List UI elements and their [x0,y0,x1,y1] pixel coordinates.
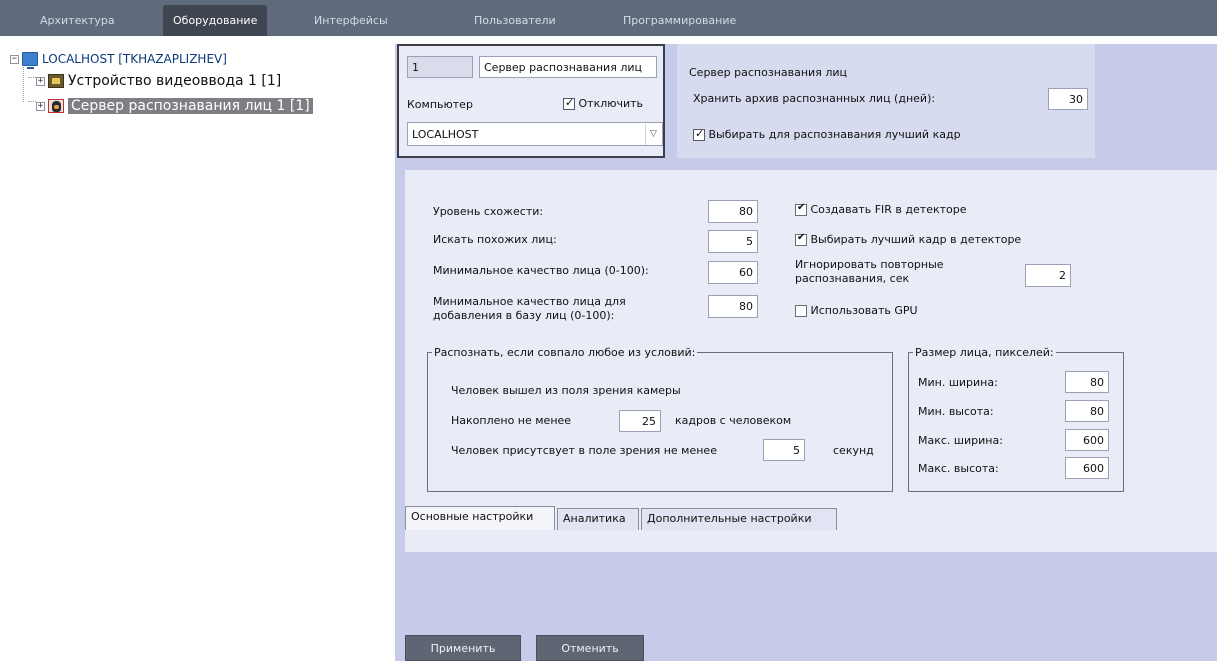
max-width-label: Макс. ширина: [918,434,1003,447]
tree-item-root[interactable]: − LOCALHOST [TKHAZAPLIZHEV] [10,48,227,70]
disable-checkbox-box[interactable] [563,96,575,110]
best-frame-detector-checkbox-label: Выбирать лучший кадр в детекторе [810,233,1022,246]
tab-additional-settings[interactable]: Дополнительные настройки [641,508,837,530]
best-frame-detector-checkbox[interactable]: Выбирать лучший кадр в детекторе [795,232,1022,246]
conditions-legend: Распознать, если совпало любое из услови… [434,346,696,359]
min-height-label: Мин. высота: [918,405,994,418]
tree-item-face-server[interactable]: + Сервер распознавания лиц 1 [1] [36,95,313,117]
min-width-label: Мин. ширина: [918,376,998,389]
present-seconds-field[interactable]: 5 [763,439,805,461]
min-quality-db-label-1: Минимальное качество лица для [433,295,626,308]
present-label: Человек присутсвует в поле зрения не мен… [451,444,717,457]
expand-icon[interactable]: + [36,76,45,86]
tree-connector [28,77,36,78]
computer-label: Компьютер [407,98,473,111]
tab-equipment[interactable]: Оборудование [163,5,268,36]
main-settings-box: Уровень схожести: 80 Искать похожих лиц:… [405,170,1217,552]
tree-item-label: Сервер распознавания лиц 1 [1] [68,98,313,114]
similarity-label: Уровень схожести: [433,205,544,218]
max-height-label: Макс. высота: [918,462,999,475]
best-frame-detector-checkbox-box[interactable] [795,232,807,246]
left-view-label: Человек вышел из поля зрения камеры [451,384,681,397]
min-quality-label: Минимальное качество лица (0-100): [433,264,649,277]
max-height-field[interactable]: 600 [1065,457,1109,479]
computer-select[interactable]: LOCALHOST ▽ [407,122,663,146]
object-name-field[interactable]: Сервер распознавания лиц [479,56,657,78]
min-width-field[interactable]: 80 [1065,371,1109,393]
archive-days-field[interactable]: 30 [1048,88,1088,110]
accumulated-suffix: кадров с человеком [675,414,792,427]
apply-button[interactable]: Применить [405,635,521,661]
search-similar-label: Искать похожих лиц: [433,233,557,246]
ignore-repeat-field[interactable]: 2 [1025,264,1071,287]
tab-basic-settings[interactable]: Основные настройки [405,506,555,530]
tree-root-label: LOCALHOST [TKHAZAPLIZHEV] [42,52,227,66]
best-frame-checkbox-box[interactable] [693,127,705,141]
ignore-repeat-label-1: Игнорировать повторные [795,258,944,271]
create-fir-checkbox[interactable]: Создавать FIR в детекторе [795,202,967,216]
settings-panel: 1 Сервер распознавания лиц Компьютер Отк… [395,44,1217,661]
accumulated-label: Накоплено не менее [451,414,572,427]
tree-connector [28,101,36,102]
disable-checkbox-label: Отключить [578,97,644,110]
archive-days-label: Хранить архив распознанных лиц (дней): [693,92,936,105]
ignore-repeat-label-2: распознавания, сек [795,272,910,285]
object-id-box: 1 Сервер распознавания лиц Компьютер Отк… [397,44,665,158]
min-height-field[interactable]: 80 [1065,400,1109,422]
tab-programming[interactable]: Программирование [613,5,746,36]
computer-icon [22,52,38,69]
computer-select-value: LOCALHOST [412,127,479,141]
create-fir-checkbox-box[interactable] [795,202,807,216]
best-frame-checkbox-label: Выбирать для распознавания лучший кадр [708,128,961,141]
tab-interfaces[interactable]: Интерфейсы [304,5,398,36]
tree-item-label: Устройство видеоввода 1 [1] [68,73,282,89]
use-gpu-checkbox[interactable]: Использовать GPU [795,304,918,317]
face-server-icon [48,99,64,113]
server-section-title: Сервер распознавания лиц [689,66,847,79]
similarity-field[interactable]: 80 [708,200,758,223]
min-quality-field[interactable]: 60 [708,261,758,284]
best-frame-checkbox[interactable]: Выбирать для распознавания лучший кадр [693,127,961,141]
expand-icon[interactable]: + [36,101,45,111]
use-gpu-checkbox-box[interactable] [795,305,807,317]
present-suffix: секунд [833,444,874,457]
use-gpu-checkbox-label: Использовать GPU [810,304,918,317]
object-id-field[interactable]: 1 [407,56,473,78]
video-input-device-icon [48,74,64,88]
create-fir-checkbox-label: Создавать FIR в детекторе [810,203,967,216]
top-menu-bar: Архитектура Оборудование Интерфейсы Поль… [0,0,1217,36]
accumulated-frames-field[interactable]: 25 [619,410,661,432]
search-similar-field[interactable]: 5 [708,230,758,253]
min-quality-db-field[interactable]: 80 [708,295,758,318]
face-size-legend: Размер лица, пикселей: [915,346,1054,359]
object-tree: − LOCALHOST [TKHAZAPLIZHEV] + Устройство… [0,40,395,661]
max-width-field[interactable]: 600 [1065,429,1109,451]
tab-architecture[interactable]: Архитектура [30,5,125,36]
tab-users[interactable]: Пользователи [464,5,566,36]
collapse-icon[interactable]: − [10,54,19,64]
min-quality-db-label-2: добавления в базу лиц (0-100): [433,309,615,322]
chevron-down-icon[interactable]: ▽ [645,124,661,145]
cancel-button[interactable]: Отменить [536,635,644,661]
tab-analytics[interactable]: Аналитика [557,508,639,530]
tree-item-video-input[interactable]: + Устройство видеоввода 1 [1] [36,70,281,92]
disable-checkbox[interactable]: Отключить [563,96,644,110]
server-settings-section: Сервер распознавания лиц Хранить архив р… [677,44,1095,158]
